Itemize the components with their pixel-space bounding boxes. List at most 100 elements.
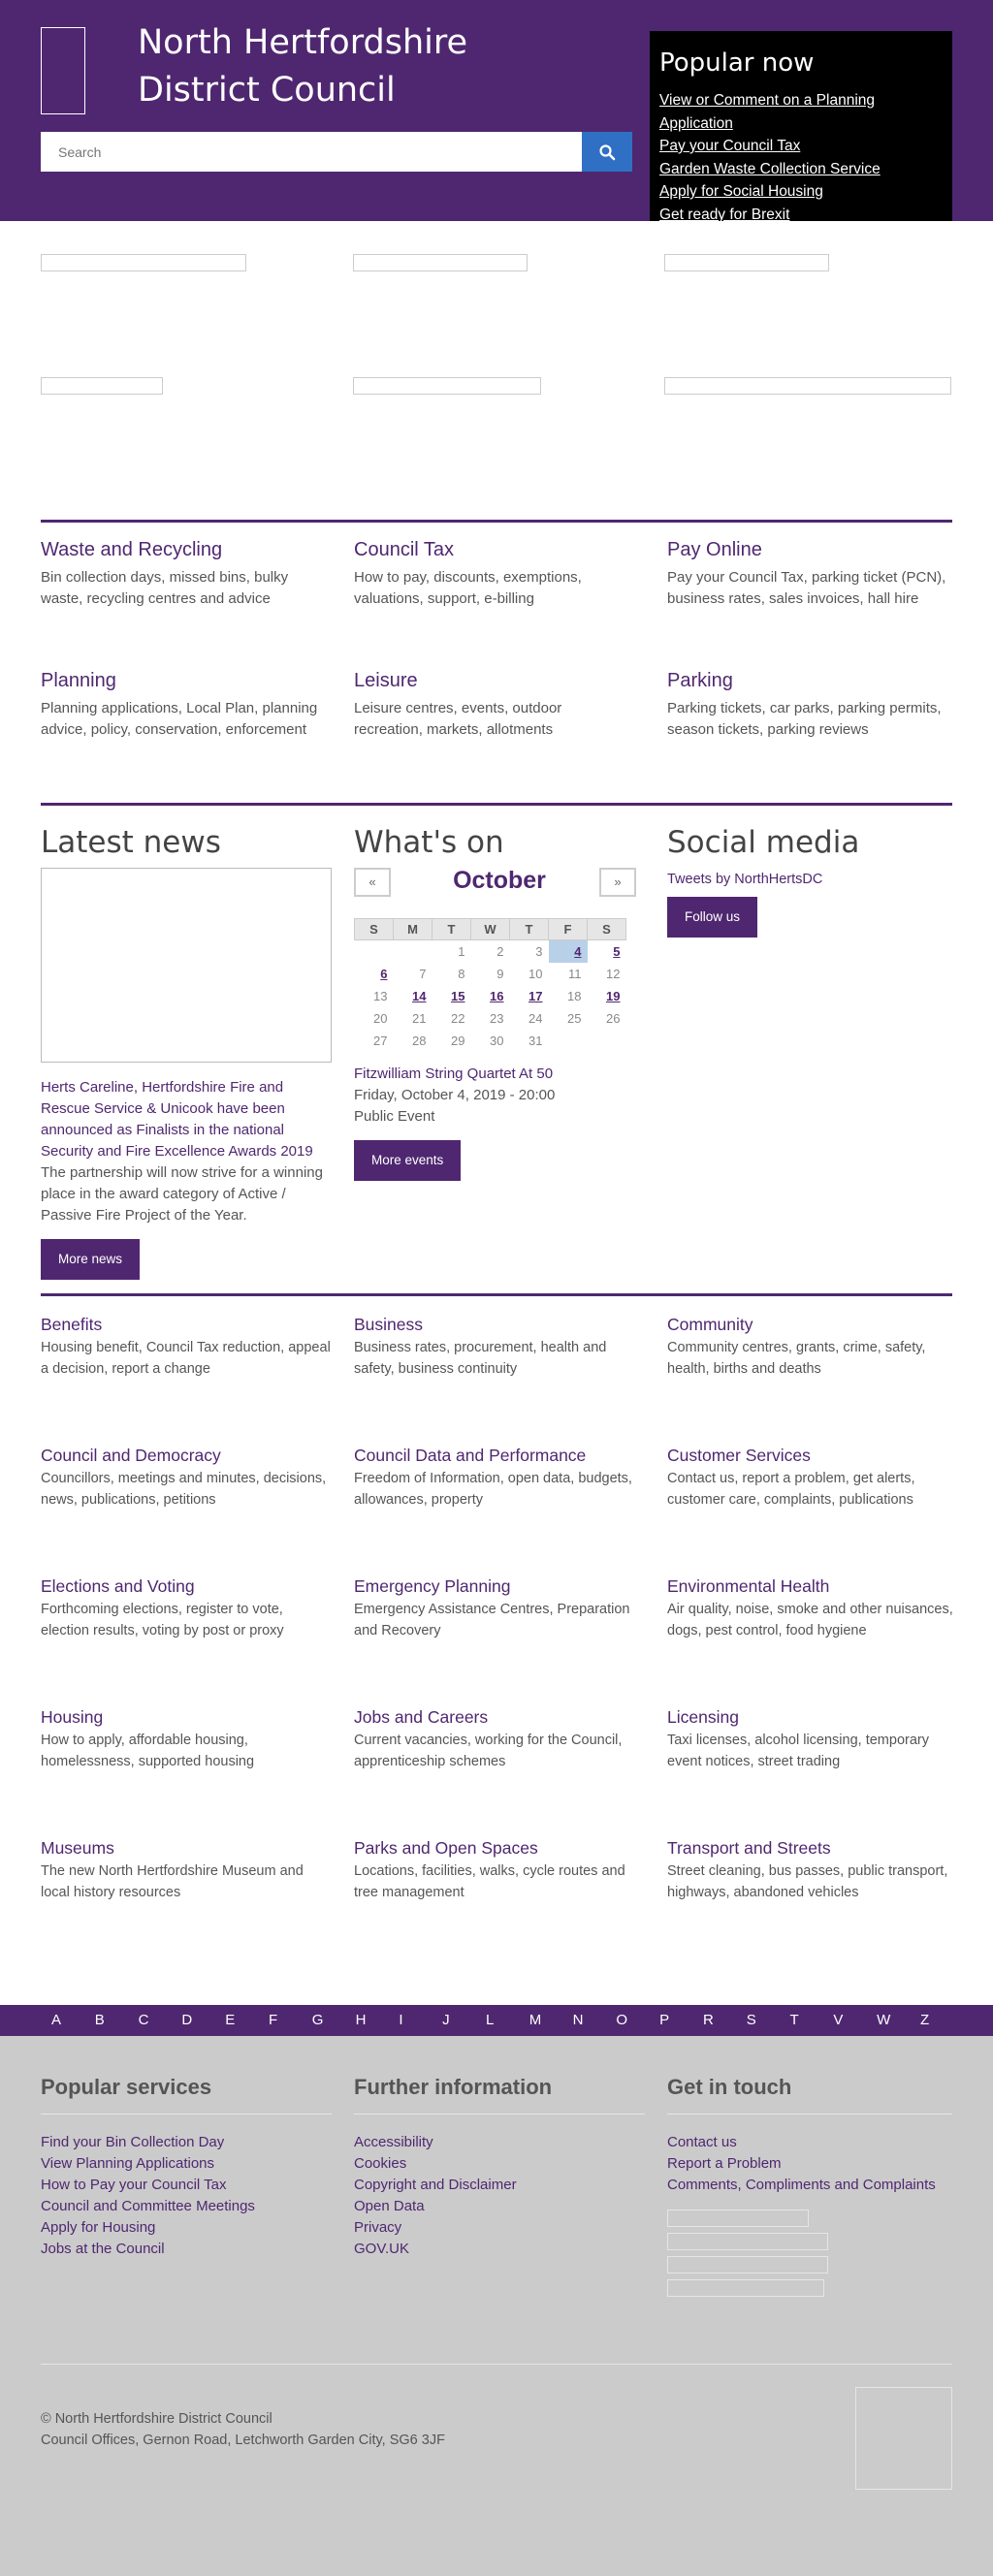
service-card[interactable]: Customer Services Contact us, report a pr… [667,1446,958,1511]
footer-link[interactable]: Jobs at the Council [41,2239,332,2260]
a-z-letter-link[interactable]: J [442,2005,486,2036]
news-image-placeholder[interactable] [41,868,332,1063]
calendar-day[interactable]: 19 [588,985,626,1007]
service-card[interactable]: Licensing Taxi licenses, alcohol licensin… [667,1707,958,1772]
top-service-title[interactable]: Planning [41,670,332,692]
service-card[interactable]: Transport and Streets Street cleaning, bu… [667,1838,958,1903]
news-headline[interactable]: Herts Careline, Hertfordshire Fire and R… [41,1077,332,1162]
a-z-letter-link[interactable]: T [790,2005,834,2036]
service-title[interactable]: Business [354,1315,635,1335]
service-title[interactable]: Environmental Health [667,1576,958,1597]
popular-link[interactable]: Garden Waste Collection Service [659,158,943,181]
a-z-letter-link[interactable]: L [486,2005,529,2036]
a-z-letter-link[interactable]: R [703,2005,747,2036]
popular-link[interactable]: Apply for Social Housing [659,180,943,204]
footer-link[interactable]: Accessibility [354,2132,645,2153]
footer-link[interactable]: View Planning Applications [41,2153,332,2175]
council-logo[interactable] [41,27,85,114]
a-z-letter-link[interactable]: M [529,2005,573,2036]
a-z-letter-link[interactable]: I [399,2005,442,2036]
top-service-card[interactable]: Leisure Leisure centres, events, outdoor… [354,670,606,741]
service-card[interactable]: Benefits Housing benefit, Council Tax red… [41,1315,332,1380]
service-title[interactable]: Council Data and Performance [354,1446,635,1466]
footer-link[interactable]: How to Pay your Council Tax [41,2175,332,2196]
service-card[interactable]: Community Community centres, grants, crim… [667,1315,958,1380]
more-news-button[interactable]: More news [41,1239,141,1280]
service-card[interactable]: Housing How to apply, affordable housing,… [41,1707,332,1772]
top-service-card[interactable]: Planning Planning applications, Local Pl… [41,670,332,741]
calendar-day[interactable]: 17 [510,985,549,1007]
footer-link[interactable]: Comments, Compliments and Complaints [667,2175,952,2196]
site-title[interactable]: North Hertfordshire District Council [138,19,467,114]
a-z-letter-link[interactable]: H [356,2005,400,2036]
service-title[interactable]: Museums [41,1838,332,1859]
service-title[interactable]: Benefits [41,1315,332,1335]
footer-link[interactable]: Report a Problem [667,2153,952,2175]
a-z-letter-link[interactable]: N [573,2005,617,2036]
top-service-title[interactable]: Waste and Recycling [41,539,332,561]
footer-badge-placeholder[interactable] [667,2279,824,2297]
a-z-letter-link[interactable]: E [225,2005,269,2036]
a-z-letter-link[interactable]: G [312,2005,356,2036]
popular-link[interactable]: View or Comment on a Planning Applicatio… [659,89,943,135]
top-service-card[interactable]: Council Tax How to pay, discounts, exemp… [354,539,625,610]
search-button[interactable] [582,132,632,172]
service-title[interactable]: Elections and Voting [41,1576,332,1597]
service-title[interactable]: Emergency Planning [354,1576,635,1597]
a-z-letter-link[interactable]: O [616,2005,659,2036]
calendar-day[interactable]: 15 [432,985,471,1007]
service-card[interactable]: Jobs and Careers Current vacancies, worki… [354,1707,635,1772]
top-service-title[interactable]: Pay Online [667,539,948,561]
calendar-day[interactable]: 5 [588,940,626,963]
service-card[interactable]: Environmental Health Air quality, noise, … [667,1576,958,1641]
service-title[interactable]: Community [667,1315,958,1335]
footer-link[interactable]: Open Data [354,2196,645,2217]
promo-image-placeholder[interactable] [353,254,528,271]
a-z-letter-link[interactable]: Z [920,2005,964,2036]
promo-image-placeholder[interactable] [664,254,829,271]
service-title[interactable]: Transport and Streets [667,1838,958,1859]
service-title[interactable]: Parks and Open Spaces [354,1838,635,1859]
service-card[interactable]: Council Data and Performance Freedom of I… [354,1446,635,1511]
a-z-letter-link[interactable]: C [139,2005,182,2036]
a-z-letter-link[interactable]: W [877,2005,920,2036]
promo-image-placeholder[interactable] [353,377,541,395]
a-z-letter-link[interactable]: P [659,2005,703,2036]
footer-link[interactable]: Contact us [667,2132,952,2153]
footer-badge-placeholder[interactable] [667,2233,828,2250]
footer-link[interactable]: Copyright and Disclaimer [354,2175,645,2196]
footer-link[interactable]: Cookies [354,2153,645,2175]
footer-link[interactable]: Apply for Housing [41,2217,332,2239]
a-z-letter-link[interactable]: V [833,2005,877,2036]
promo-image-placeholder[interactable] [41,254,246,271]
promo-image-placeholder[interactable] [664,377,951,395]
follow-us-button[interactable]: Follow us [667,897,758,938]
service-title[interactable]: Housing [41,1707,332,1728]
footer-badge-placeholder[interactable] [667,2256,828,2274]
top-service-title[interactable]: Parking [667,670,948,692]
service-card[interactable]: Museums The new North Hertfordshire Museu… [41,1838,332,1903]
a-z-letter-link[interactable]: B [95,2005,139,2036]
top-service-title[interactable]: Council Tax [354,539,625,561]
service-card[interactable]: Elections and Voting Forthcoming election… [41,1576,332,1641]
calendar-next-button[interactable]: » [599,868,636,897]
top-service-title[interactable]: Leisure [354,670,606,692]
top-service-card[interactable]: Waste and Recycling Bin collection days,… [41,539,332,610]
service-card[interactable]: Business Business rates, procurement, hea… [354,1315,635,1380]
event-title[interactable]: Fitzwilliam String Quartet At 50 [354,1064,645,1085]
search-input[interactable] [41,132,582,172]
a-z-letter-link[interactable]: A [51,2005,95,2036]
service-title[interactable]: Jobs and Careers [354,1707,635,1728]
calendar-day[interactable]: 4 [548,939,588,963]
service-title[interactable]: Licensing [667,1707,958,1728]
service-title[interactable]: Customer Services [667,1446,958,1466]
popular-link[interactable]: Get ready for Brexit [659,204,943,227]
footer-link[interactable]: Find your Bin Collection Day [41,2132,332,2153]
service-card[interactable]: Parks and Open Spaces Locations, faciliti… [354,1838,635,1903]
a-z-letter-link[interactable]: F [269,2005,312,2036]
calendar-day[interactable]: 16 [471,985,510,1007]
service-card[interactable]: Council and Democracy Councillors, meetin… [41,1446,332,1511]
footer-link[interactable]: Privacy [354,2217,645,2239]
service-title[interactable]: Council and Democracy [41,1446,332,1466]
footer-link[interactable]: Council and Committee Meetings [41,2196,332,2217]
